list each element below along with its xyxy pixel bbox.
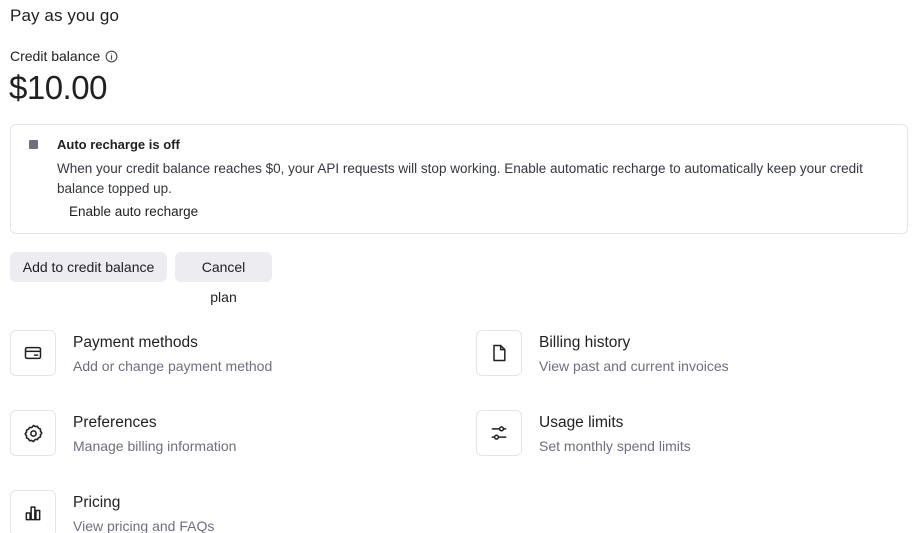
pricing-subtitle: View pricing and FAQs [73, 518, 215, 533]
gear-icon [10, 410, 56, 456]
billing-history-subtitle: View past and current invoices [539, 358, 729, 374]
billing-history-card[interactable]: Billing history View past and current in… [476, 330, 729, 376]
pricing-title: Pricing [73, 494, 121, 511]
page-title: Pay as you go [10, 6, 120, 25]
preferences-title: Preferences [73, 414, 157, 431]
cancel-plan-button[interactable]: Cancel plan [175, 252, 272, 305]
payment-methods-card[interactable]: Payment methods Add or change payment me… [10, 330, 272, 376]
auto-recharge-panel: Auto recharge is off When your credit ba… [10, 124, 908, 234]
enable-auto-recharge-link[interactable]: Enable auto recharge [69, 204, 198, 219]
credit-balance-label-row: Credit balance [10, 48, 118, 64]
sliders-icon [476, 410, 522, 456]
auto-recharge-description: When your credit balance reaches $0, you… [57, 161, 863, 196]
usage-limits-title: Usage limits [539, 414, 624, 431]
preferences-card[interactable]: Preferences Manage billing information [10, 410, 236, 456]
bar-chart-icon [10, 490, 56, 533]
credit-balance-label: Credit balance [10, 48, 101, 64]
preferences-subtitle: Manage billing information [73, 438, 237, 454]
status-indicator [29, 140, 38, 149]
payment-methods-title: Payment methods [73, 334, 198, 351]
billing-page: Pay as you go Credit balance $10.00 Auto… [0, 0, 918, 533]
info-icon[interactable] [105, 50, 118, 63]
usage-limits-subtitle: Set monthly spend limits [539, 438, 691, 454]
credit-card-icon [10, 330, 56, 376]
document-icon [476, 330, 522, 376]
billing-history-title: Billing history [539, 334, 631, 351]
credit-balance-amount: $10.00 [9, 69, 107, 106]
payment-methods-subtitle: Add or change payment method [73, 358, 273, 374]
add-to-credit-balance-button[interactable]: Add to credit balance [10, 252, 167, 282]
auto-recharge-title: Auto recharge is off [57, 137, 180, 152]
usage-limits-card[interactable]: Usage limits Set monthly spend limits [476, 410, 691, 456]
pricing-card[interactable]: Pricing View pricing and FAQs [10, 490, 214, 533]
